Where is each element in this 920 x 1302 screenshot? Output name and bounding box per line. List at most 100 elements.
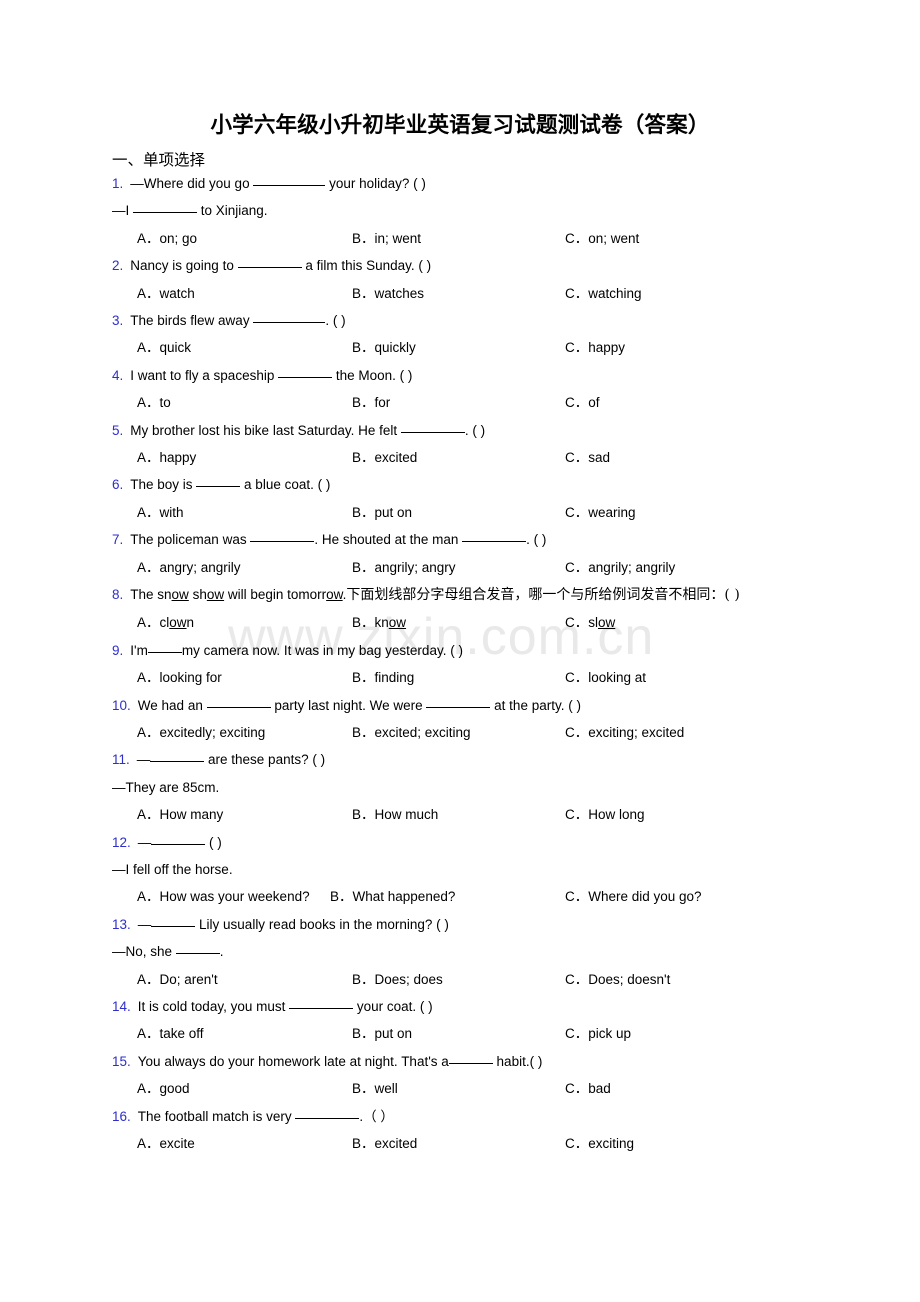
question-13-second-line: —No, she . xyxy=(0,938,920,965)
option-c[interactable]: C．sad xyxy=(565,444,610,471)
option-c[interactable]: C．on; went xyxy=(565,225,639,252)
option-a[interactable]: A．excite xyxy=(137,1130,195,1157)
underlined-letters: ow xyxy=(206,586,225,602)
option-b[interactable]: B．well xyxy=(352,1075,398,1102)
option-a[interactable]: A．to xyxy=(137,389,171,416)
question-text: The sn xyxy=(130,586,172,602)
option-b[interactable]: B．in; went xyxy=(352,225,421,252)
question-text: I want to fly a spaceship xyxy=(130,367,279,383)
question-text: The policeman was xyxy=(130,532,251,548)
question-text: . He shouted at the man xyxy=(314,532,463,548)
question-4-options: A．to B．for C．of xyxy=(0,389,920,416)
question-2-options: A．watch B．watches C．watching xyxy=(0,280,920,307)
question-4-prompt: 4. I want to fly a spaceship the Moon. ( … xyxy=(0,362,920,389)
option-a[interactable]: A．good xyxy=(137,1075,190,1102)
option-a[interactable]: A．excitedly; exciting xyxy=(137,719,265,746)
option-a[interactable]: A．quick xyxy=(137,334,191,361)
option-a[interactable]: A．looking for xyxy=(137,664,222,691)
question-text: my camera now. It was in my bag yesterda… xyxy=(181,642,463,658)
page-title: 小学六年级小升初毕业英语复习试题测试卷（答案） xyxy=(210,113,710,138)
option-a[interactable]: A．on; go xyxy=(137,225,197,252)
option-b[interactable]: B．know xyxy=(352,609,406,636)
answer-blank xyxy=(175,942,220,955)
question-text: at the party. ( ) xyxy=(490,697,581,713)
option-b[interactable]: B．Does; does xyxy=(352,966,443,993)
option-c[interactable]: C．looking at xyxy=(565,664,646,691)
question-text: We had an xyxy=(137,697,207,713)
option-b[interactable]: B．excited xyxy=(352,1130,417,1157)
answer-blank xyxy=(426,696,491,708)
option-c[interactable]: C．watching xyxy=(565,280,642,307)
option-c[interactable]: C．wearing xyxy=(565,499,636,526)
option-b[interactable]: B．excited xyxy=(352,444,417,471)
section-heading: 一、单项选择 xyxy=(112,151,206,169)
option-c[interactable]: C．Where did you go? xyxy=(565,883,702,910)
option-a[interactable]: A．watch xyxy=(137,280,195,307)
option-c[interactable]: C．Does; doesn't xyxy=(565,966,670,993)
document-content: 小学六年级小升初毕业英语复习试题测试卷（答案） 一、单项选择 1. —Where … xyxy=(0,0,920,1157)
question-13-options: A．Do; aren't B．Does; does C．Does; doesn'… xyxy=(0,966,920,993)
question-text: are these pants? ( ) xyxy=(204,752,326,768)
option-b[interactable]: B．quickly xyxy=(352,334,416,361)
option-b[interactable]: B．watches xyxy=(352,280,424,307)
underlined-letters: ow xyxy=(388,615,407,631)
option-c[interactable]: C．slow xyxy=(565,609,615,636)
option-c[interactable]: C．angrily; angrily xyxy=(565,554,675,581)
option-c[interactable]: C．exciting xyxy=(565,1130,634,1157)
option-b[interactable]: B．for xyxy=(352,389,390,416)
question-number: 10. xyxy=(112,697,131,713)
question-number: 11. xyxy=(112,752,130,768)
question-14-options: A．take off B．put on C．pick up xyxy=(0,1020,920,1047)
question-7-options: A．angry; angrily B．angrily; angry C．angr… xyxy=(0,554,920,581)
option-b[interactable]: B．How much xyxy=(352,801,438,828)
question-13-prompt: 13. — Lily usually read books in the morn… xyxy=(0,911,920,938)
question-11-second-line: —They are 85cm. xyxy=(112,779,220,795)
question-text: —I xyxy=(112,203,134,219)
answer-blank xyxy=(150,750,205,763)
option-b[interactable]: B．finding xyxy=(352,664,414,691)
answer-blank xyxy=(206,696,271,708)
question-11-prompt: 11. — are these pants? ( ) xyxy=(0,746,920,773)
option-a[interactable]: A．happy xyxy=(137,444,196,471)
option-c[interactable]: C．happy xyxy=(565,334,625,361)
option-a[interactable]: A．angry; angrily xyxy=(137,554,241,581)
answer-blank xyxy=(133,201,198,214)
question-11-options: A．How many B．How much C．How long xyxy=(0,801,920,828)
option-c[interactable]: C．of xyxy=(565,389,600,416)
option-b[interactable]: B．What happened? xyxy=(330,883,455,910)
option-c[interactable]: C．bad xyxy=(565,1075,611,1102)
option-a[interactable]: A．Do; aren't xyxy=(137,966,218,993)
answer-blank xyxy=(147,641,182,653)
option-b[interactable]: B．put on xyxy=(352,499,412,526)
option-a[interactable]: A．with xyxy=(137,499,184,526)
answer-blank xyxy=(448,1052,493,1064)
option-b[interactable]: B．put on xyxy=(352,1020,412,1047)
question-text: a film this Sunday. ( ) xyxy=(301,258,432,274)
question-text: You always do your homework late at nigh… xyxy=(137,1053,449,1069)
question-number: 5. xyxy=(112,422,124,438)
option-c[interactable]: C．pick up xyxy=(565,1020,631,1047)
answer-blank xyxy=(400,421,465,433)
option-b[interactable]: B．angrily; angry xyxy=(352,554,456,581)
question-text: . ( ) xyxy=(464,422,486,438)
question-number: 7. xyxy=(112,532,124,548)
answer-blank xyxy=(295,1107,360,1119)
option-a[interactable]: A．clown xyxy=(137,609,194,636)
question-text-chinese: 下面划线部分字母组合发音，哪一个与所给例词发音不相同：( ) xyxy=(346,586,740,603)
question-9-prompt: 9. I'm my camera now. It was in my bag yes… xyxy=(0,637,920,664)
question-text: —No, she xyxy=(112,944,176,960)
question-text: party last night. We were xyxy=(270,697,427,713)
question-number: 4. xyxy=(112,367,124,383)
question-5-prompt: 5. My brother lost his bike last Saturday… xyxy=(0,417,920,444)
answer-blank xyxy=(250,530,315,543)
option-a[interactable]: A．How many xyxy=(137,801,223,828)
option-a[interactable]: A．take off xyxy=(137,1020,204,1047)
question-text: Nancy is going to xyxy=(130,258,238,274)
question-text: .（ ） xyxy=(359,1108,394,1124)
question-10-options: A．excitedly; exciting B．excited; excitin… xyxy=(0,719,920,746)
option-b[interactable]: B．excited; exciting xyxy=(352,719,471,746)
question-text: The boy is xyxy=(130,477,197,493)
option-a[interactable]: A．How was your weekend? xyxy=(137,883,310,910)
option-c[interactable]: C．exciting; excited xyxy=(565,719,684,746)
option-c[interactable]: C．How long xyxy=(565,801,645,828)
